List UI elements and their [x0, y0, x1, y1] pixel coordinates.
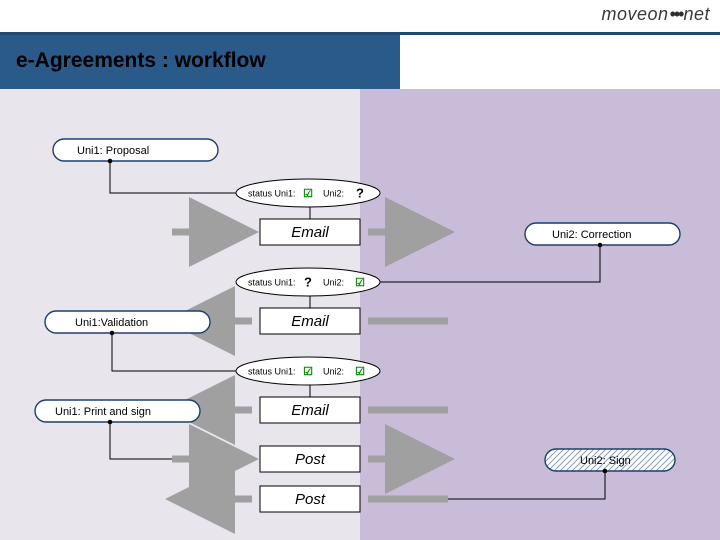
node-uni2-sign-label: Uni2: Sign — [580, 455, 631, 467]
connector-proposal-status1 — [110, 161, 240, 193]
check-icon: ☑ — [355, 366, 365, 378]
title-bar: e-Agreements : workflow — [0, 35, 720, 89]
svg-text:status Uni1:: status Uni1: — [248, 366, 296, 376]
node-uni1-proposal-label: Uni1: Proposal — [77, 145, 149, 157]
connector-validation-status3 — [112, 333, 240, 371]
svg-text:Post: Post — [295, 451, 326, 468]
question-icon: ? — [356, 185, 364, 200]
logo: moveon•••net — [602, 4, 710, 25]
connector-correction-status2 — [380, 245, 600, 282]
svg-text:Email: Email — [291, 402, 329, 419]
check-icon: ☑ — [355, 277, 365, 289]
question-icon: ? — [304, 274, 312, 289]
svg-text:Email: Email — [291, 224, 329, 241]
svg-text:status Uni1:: status Uni1: — [248, 277, 296, 287]
node-uni1-print-label: Uni1: Print and sign — [55, 406, 151, 418]
check-icon: ☑ — [303, 188, 313, 200]
diagram-stage: Uni1: Proposal status Uni1: ☑ Uni2: ? Em… — [0, 89, 720, 540]
node-uni2-correction-label: Uni2: Correction — [552, 229, 631, 241]
status-row-2: status Uni1: ? Uni2: ☑ — [236, 268, 380, 296]
connector-sign-post2 — [448, 471, 605, 499]
logo-left: moveon — [602, 4, 669, 24]
status-row-1: status Uni1: ☑ Uni2: ? — [236, 179, 380, 207]
status-row-3: status Uni1: ☑ Uni2: ☑ — [236, 357, 380, 385]
page-title: e-Agreements : workflow — [16, 49, 266, 73]
svg-text:Uni2:: Uni2: — [323, 277, 344, 287]
logo-right: net — [683, 4, 710, 24]
svg-text:status Uni1:: status Uni1: — [248, 188, 296, 198]
svg-text:Email: Email — [291, 313, 329, 330]
svg-text:Post: Post — [295, 491, 326, 508]
svg-text:Uni2:: Uni2: — [323, 188, 344, 198]
logo-dots: ••• — [670, 4, 683, 25]
check-icon: ☑ — [303, 366, 313, 378]
node-uni1-validation-label: Uni1:Validation — [75, 317, 148, 329]
svg-text:Uni2:: Uni2: — [323, 366, 344, 376]
workflow-diagram: Uni1: Proposal status Uni1: ☑ Uni2: ? Em… — [0, 89, 720, 540]
connector-print-post1 — [110, 422, 172, 459]
top-bar: moveon•••net — [0, 0, 720, 35]
